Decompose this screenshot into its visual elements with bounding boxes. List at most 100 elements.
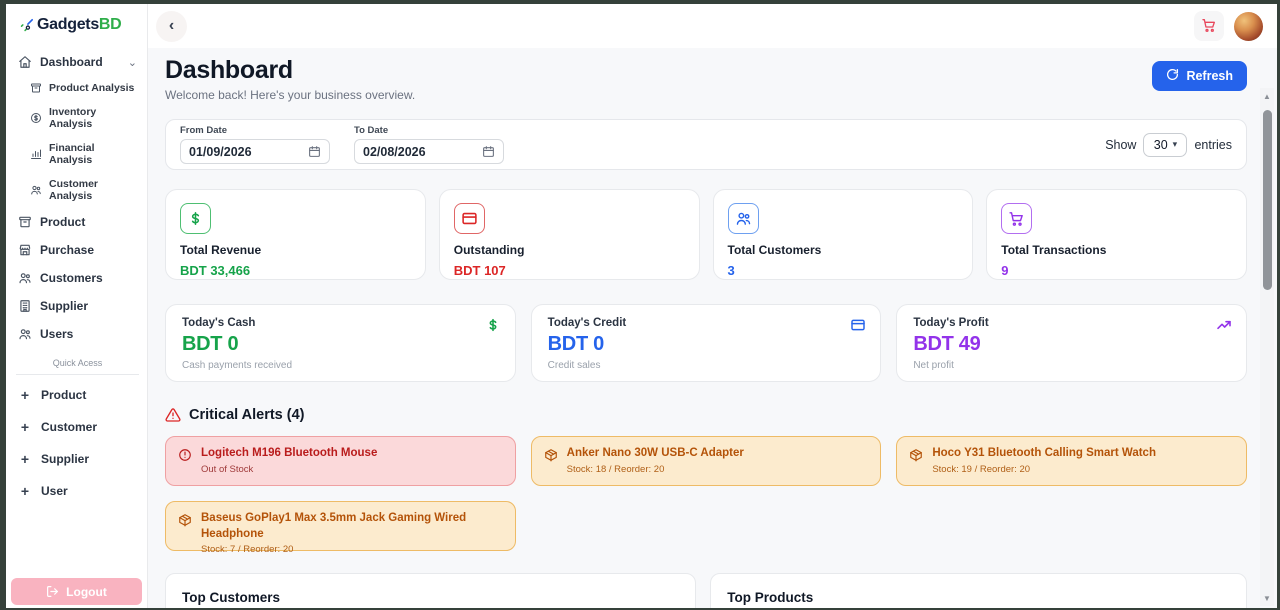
alert-low-stock[interactable]: Anker Nano 30W USB-C Adapter Stock: 18 /…	[530, 436, 882, 486]
stat-card-total-customers[interactable]: Total Customers 3	[712, 189, 974, 280]
sidebar-item-label: Dashboard	[40, 55, 103, 69]
page-title: Dashboard	[165, 56, 293, 84]
entries-label: entries	[1194, 137, 1232, 152]
refresh-icon	[1166, 68, 1179, 84]
plus-icon: +	[20, 451, 30, 467]
today-credit-card[interactable]: Today's Credit BDT 0 Credit sales	[530, 304, 882, 382]
sidebar-item-label: Product Analysis	[49, 82, 135, 94]
from-date-value: 01/09/2026	[189, 144, 252, 159]
sidebar-item-inventory-analysis[interactable]: Inventory Analysis	[16, 100, 139, 136]
sidebar-item-product[interactable]: Product	[16, 208, 139, 236]
from-date-label: From Date	[180, 125, 227, 136]
sidebar-item-customers[interactable]: Customers	[16, 264, 139, 292]
today-value: BDT 0	[182, 333, 239, 355]
alert-circle-icon	[178, 448, 192, 462]
trending-up-icon	[1216, 317, 1232, 333]
refresh-button[interactable]: Refresh	[1152, 61, 1247, 91]
dollar-icon	[180, 203, 211, 234]
to-date-input[interactable]: 02/08/2026	[354, 139, 504, 164]
today-cash-card[interactable]: Today's Cash BDT 0 Cash payments receive…	[165, 304, 516, 382]
dashboard-content: Dashboard Welcome back! Here's your busi…	[148, 48, 1277, 608]
logout-button[interactable]: Logout	[11, 578, 142, 605]
stat-value: BDT 33,466	[180, 263, 251, 278]
to-date-label: To Date	[354, 125, 389, 136]
back-button[interactable]: ‹	[156, 10, 187, 42]
critical-alerts-header: Critical Alerts (4)	[165, 407, 1247, 423]
users-icon	[18, 327, 32, 341]
stat-card-outstanding[interactable]: Outstanding BDT 107	[438, 189, 700, 280]
calendar-icon	[308, 145, 321, 158]
stat-card-total-revenue[interactable]: Total Revenue BDT 33,466	[165, 189, 426, 280]
customer-analysis-icon	[30, 184, 42, 196]
top-customers-card: Top Customers	[165, 573, 697, 608]
supplier-icon	[18, 299, 32, 313]
main-area: ‹ Dashboard Welcome back! Here's your bu…	[148, 4, 1277, 608]
refresh-label: Refresh	[1186, 69, 1233, 83]
to-date-group: To Date 02/08/2026	[354, 125, 504, 164]
plus-icon: +	[20, 419, 30, 435]
package-icon	[909, 448, 923, 462]
cart-icon	[1001, 203, 1033, 234]
page-header: Dashboard Welcome back! Here's your busi…	[165, 56, 1247, 102]
brand-logo-icon	[18, 17, 35, 34]
today-label: Today's Profit	[913, 317, 989, 329]
quick-item-label: Supplier	[41, 452, 90, 466]
scroll-down-icon[interactable]: ▼	[1260, 592, 1274, 604]
today-cards: Today's Cash BDT 0 Cash payments receive…	[165, 304, 1247, 382]
from-date-group: From Date 01/09/2026	[180, 125, 330, 164]
page-size-select[interactable]: 30 ▾	[1143, 132, 1188, 157]
sidebar-item-dashboard[interactable]: Dashboard ⌄	[16, 48, 139, 76]
topbar: ‹	[148, 4, 1277, 48]
quick-add-supplier[interactable]: + Supplier	[16, 443, 139, 475]
package-icon	[544, 448, 558, 462]
quick-add-product[interactable]: + Product	[16, 379, 139, 411]
sidebar-item-customer-analysis[interactable]: Customer Analysis	[16, 172, 139, 208]
brand-logo[interactable]: GadgetsBD	[16, 14, 139, 48]
sidebar-item-financial-analysis[interactable]: Financial Analysis	[16, 136, 139, 172]
today-sub: Net profit	[913, 360, 954, 371]
brand-name: GadgetsBD	[37, 16, 122, 33]
alert-low-stock[interactable]: Baseus GoPlay1 Max 3.5mm Jack Gaming Wir…	[165, 501, 516, 555]
quick-access-heading: Quick Acess	[16, 348, 139, 375]
stat-card-total-transactions[interactable]: Total Transactions 9	[986, 189, 1247, 280]
critical-alerts-title: Critical Alerts (4)	[189, 407, 305, 423]
sidebar-item-label: Users	[40, 327, 74, 341]
sidebar-item-purchase[interactable]: Purchase	[16, 236, 139, 264]
stat-value: BDT 107	[453, 263, 506, 278]
sidebar: GadgetsBD Dashboard ⌄ Product Analysis I…	[6, 4, 148, 608]
quick-item-label: Customer	[41, 420, 98, 434]
today-sub: Cash payments received	[182, 360, 293, 371]
alert-product-name: Anker Nano 30W USB-C Adapter	[566, 447, 744, 459]
credit-card-icon	[850, 317, 866, 333]
quick-add-user[interactable]: + User	[16, 475, 139, 507]
scroll-up-icon[interactable]: ▲	[1260, 90, 1274, 102]
cart-icon	[1201, 17, 1217, 36]
alert-out-of-stock[interactable]: Logitech M196 Bluetooth Mouse Out of Sto…	[165, 436, 516, 486]
sidebar-item-label: Customer Analysis	[49, 178, 99, 202]
stat-cards: Total Revenue BDT 33,466 Outstanding BDT…	[165, 189, 1247, 280]
sidebar-item-product-analysis[interactable]: Product Analysis	[16, 76, 139, 100]
plus-icon: +	[20, 387, 30, 403]
financial-analysis-icon	[30, 148, 42, 160]
sidebar-item-label: Product	[40, 215, 86, 229]
select-caret-icon: ▾	[1172, 139, 1178, 149]
quick-add-customer[interactable]: + Customer	[16, 411, 139, 443]
stat-value: 3	[727, 263, 735, 278]
user-avatar[interactable]	[1234, 11, 1263, 41]
scrollbar-thumb[interactable]	[1262, 110, 1272, 290]
vertical-scrollbar[interactable]: ▲ ▼	[1260, 88, 1274, 606]
alert-product-name: Hoco Y31 Bluetooth Calling Smart Watch	[932, 447, 1156, 459]
inventory-analysis-icon	[30, 112, 42, 124]
alert-detail: Stock: 19 / Reorder: 20	[932, 463, 1031, 475]
alert-low-stock[interactable]: Hoco Y31 Bluetooth Calling Smart Watch S…	[896, 436, 1247, 486]
sidebar-item-users[interactable]: Users	[16, 320, 139, 348]
cart-button[interactable]	[1194, 11, 1224, 41]
today-profit-card[interactable]: Today's Profit BDT 49 Net profit	[896, 304, 1247, 382]
from-date-input[interactable]: 01/09/2026	[180, 139, 330, 164]
logout-label: Logout	[66, 584, 107, 599]
alert-product-name: Logitech M196 Bluetooth Mouse	[201, 447, 378, 459]
page-size-value: 30	[1153, 137, 1168, 152]
quick-item-label: User	[41, 484, 68, 498]
sidebar-item-supplier[interactable]: Supplier	[16, 292, 139, 320]
chevron-down-icon: ⌄	[127, 56, 137, 69]
